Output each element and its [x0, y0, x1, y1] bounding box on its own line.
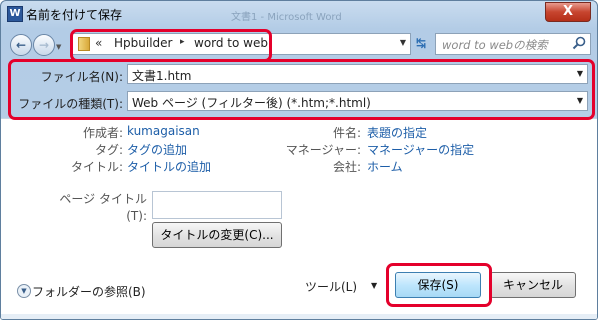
breadcrumb-hpbuilder[interactable]: Hpbuilder	[114, 36, 172, 50]
cancel-button[interactable]: キャンセル	[490, 272, 576, 298]
file-type-value[interactable]: Web ページ (フィルター後) (*.htm;*.html)	[132, 94, 371, 111]
details-panel: 作成者: kumagaisan タグ: タグの追加 タイトル: タイトルの追加 …	[1, 118, 597, 319]
save-button[interactable]: 保存(S)	[395, 272, 481, 298]
search-icon[interactable]	[571, 35, 587, 51]
file-type-row: ファイルの種類(T): Web ページ (フィルター後) (*.htm;*.ht…	[1, 90, 597, 112]
file-name-row: ファイル名(N): 文書1.htm ▼	[1, 63, 597, 85]
tools-menu[interactable]: ツール(L)	[305, 278, 357, 295]
word-app-icon: W	[7, 6, 23, 22]
browse-folders-chevron-icon[interactable]: ▼	[17, 284, 31, 298]
subject-value[interactable]: 表題の指定	[367, 124, 427, 141]
page-title-input[interactable]	[152, 191, 282, 219]
company-value[interactable]: ホーム	[367, 158, 403, 175]
refresh-icon[interactable]: ↹	[413, 35, 429, 51]
folder-icon	[78, 37, 90, 51]
file-type-select[interactable]: Web ページ (フィルター後) (*.htm;*.html) ▼	[127, 91, 588, 111]
subject-label: 件名:	[332, 126, 361, 140]
file-name-chevron-down-icon[interactable]: ▼	[577, 69, 583, 78]
browse-folders-toggle[interactable]: フォルダーの参照(B)	[32, 283, 146, 300]
tags-value[interactable]: タグの追加	[127, 141, 187, 158]
change-title-button[interactable]: タイトルの変更(C)...	[152, 222, 282, 248]
navigation-bar: ← → ▼ « Hpbuilder ▸ word to web ▼ ↹ word…	[1, 27, 597, 61]
close-button[interactable]: X	[545, 2, 591, 22]
save-as-dialog: W 名前を付けて保存 文書1 - Microsoft Word X ← → ▼ …	[0, 0, 598, 320]
page-title-label-line2: (T):	[126, 209, 147, 223]
forward-button[interactable]: →	[33, 34, 55, 56]
manager-label: マネージャー:	[285, 143, 361, 157]
author-label: 作成者:	[82, 126, 123, 140]
search-input[interactable]: word to webの検索	[435, 33, 591, 55]
file-name-value[interactable]: 文書1.htm	[132, 67, 191, 84]
background-window-title: 文書1 - Microsoft Word	[231, 12, 342, 23]
file-type-label: ファイルの種類(T):	[18, 97, 123, 111]
tools-chevron-down-icon[interactable]: ▼	[371, 281, 377, 290]
file-type-chevron-down-icon[interactable]: ▼	[577, 96, 583, 105]
breadcrumb-word-to-web[interactable]: word to web	[194, 36, 268, 50]
file-name-label: ファイル名(N):	[40, 70, 123, 84]
dialog-bottom-edge	[1, 314, 597, 319]
address-dropdown-chevron-down-icon[interactable]: ▼	[400, 38, 406, 47]
breadcrumb-separator-icon[interactable]: ▸	[180, 37, 185, 47]
search-placeholder: word to webの検索	[442, 38, 548, 52]
title-label: タイトル:	[70, 160, 123, 174]
author-value[interactable]: kumagaisan	[127, 124, 200, 138]
page-title-label-line1: ページ タイトル	[59, 192, 147, 206]
back-button[interactable]: ←	[10, 34, 32, 56]
address-bar[interactable]: « Hpbuilder ▸ word to web ▼	[71, 33, 411, 55]
title-bar[interactable]: W 名前を付けて保存 文書1 - Microsoft Word X	[1, 1, 597, 27]
page-title-label: ページ タイトル (T):	[21, 191, 147, 225]
tags-label: タグ:	[94, 143, 123, 157]
recent-locations-chevron-down-icon[interactable]: ▼	[56, 43, 61, 51]
path-overflow-chevron[interactable]: «	[95, 36, 102, 50]
manager-value[interactable]: マネージャーの指定	[367, 141, 474, 158]
title-value[interactable]: タイトルの追加	[127, 158, 211, 175]
company-label: 会社:	[332, 160, 361, 174]
file-name-field[interactable]: 文書1.htm ▼	[127, 64, 588, 84]
dialog-title: 名前を付けて保存	[26, 8, 123, 22]
